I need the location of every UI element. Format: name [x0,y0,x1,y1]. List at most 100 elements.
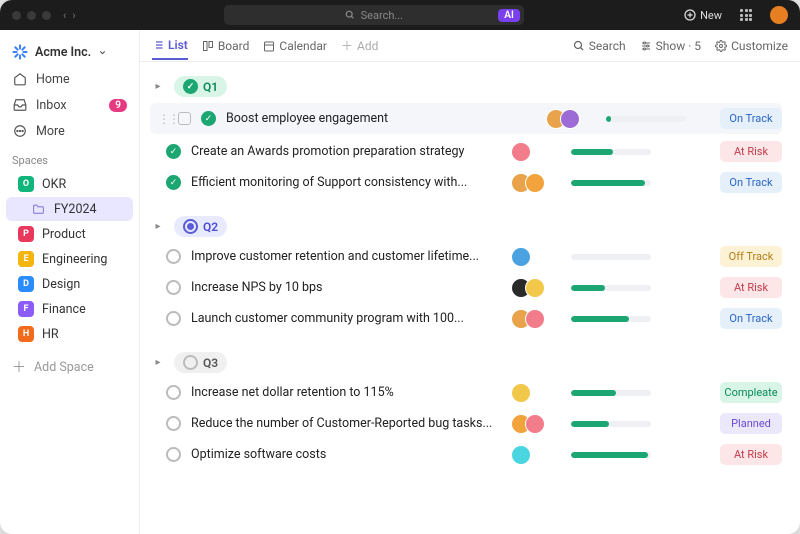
window-controls[interactable] [12,11,51,20]
assignee-avatar[interactable] [525,414,545,434]
forward-icon[interactable]: › [72,9,75,22]
toolbar-show[interactable]: Show · 5 [640,33,701,59]
status-open-icon [166,249,181,264]
view-add[interactable]: ＋Add [341,31,378,60]
nav-arrows[interactable]: ‹› [63,9,76,22]
assignee-avatar[interactable] [511,142,531,162]
main-panel: List Board Calendar ＋Add Search Show · 5… [140,30,800,534]
sidebar-space-design[interactable]: DDesign [6,272,133,296]
user-avatar[interactable] [770,6,788,24]
assignee-avatar[interactable] [560,109,580,129]
assignee-avatar[interactable] [511,247,531,267]
check-circle-icon: ✓ [201,111,216,126]
check-circle-icon: ✓ [166,175,181,190]
task-row[interactable]: Increase NPS by 10 bps At Risk [150,272,782,303]
calendar-icon [263,40,275,52]
task-row[interactable]: ⋮⋮✓Boost employee engagementOn Track [150,103,782,134]
assignee-avatar[interactable] [525,278,545,298]
sidebar-space-okr[interactable]: OOKR [6,172,133,196]
back-icon[interactable]: ‹ [63,9,66,22]
group-chip: ✓Q1 [174,76,227,97]
task-name: Create an Awards promotion preparation s… [191,144,501,159]
nav-more[interactable]: More [0,118,139,144]
progress-bar [571,180,651,186]
task-row[interactable]: Increase net dollar retention to 115%Com… [150,377,782,408]
caret-icon: ▸ [150,81,166,92]
task-name: Improve customer retention and customer … [191,249,501,264]
more-icon [12,123,28,139]
status-tag: On Track [720,308,782,329]
status-tag: On Track [720,172,782,193]
status-tag: At Risk [720,444,782,465]
task-row[interactable]: ✓ Create an Awards promotion preparation … [150,136,782,167]
checkbox[interactable] [178,112,191,125]
sidebar-space-hr[interactable]: HHR [6,322,133,346]
sidebar-space-fy2024[interactable]: FY2024 [6,197,133,221]
sidebar-space-product[interactable]: PProduct [6,222,133,246]
view-list[interactable]: List [152,32,188,60]
assignee-avatar[interactable] [511,445,531,465]
workspace-switcher[interactable]: Acme Inc. [0,38,139,66]
group-header-q1[interactable]: ▸ ✓Q1 [150,72,782,101]
view-board[interactable]: Board [202,33,250,59]
task-name: Launch customer community program with 1… [191,311,501,326]
new-button[interactable]: New [684,9,722,22]
progress-bar [571,285,651,291]
task-row[interactable]: Reduce the number of Customer-Reported b… [150,408,782,439]
assignees [511,142,555,162]
task-row[interactable]: Launch customer community program with 1… [150,303,782,334]
task-row[interactable]: Optimize software costs At Risk [150,439,782,470]
global-search[interactable]: Search... AI [224,5,524,25]
status-tag: At Risk [720,277,782,298]
task-list: ▸ ✓Q1 ⋮⋮ ✓ Boost employee engagement On Track… [140,62,800,534]
plus-circle-icon [684,9,696,21]
space-badge: P [18,226,34,242]
status-tag: Off Track [720,246,782,267]
list-icon [152,39,164,51]
space-badge: D [18,276,34,292]
group-header-q2[interactable]: ▸Q2 [150,212,782,241]
progress-bar [571,149,651,155]
assignee-avatar[interactable] [511,383,531,403]
status-tag: Compleate [720,382,782,403]
task-row[interactable]: ✓Efficient monitoring of Support consist… [150,167,782,198]
spaces-heading: Spaces [0,144,139,171]
task-name: Boost employee engagement [226,111,536,126]
space-badge: F [18,301,34,317]
task-name: Optimize software costs [191,447,501,462]
toolbar-search[interactable]: Search [573,33,626,59]
task-row[interactable]: Improve customer retention and customer … [150,241,782,272]
board-icon [202,40,214,52]
check-circle-icon: ✓ [166,144,181,159]
assignee-avatar[interactable] [525,173,545,193]
ai-badge[interactable]: AI [498,9,520,22]
sidebar-space-engineering[interactable]: EEngineering [6,247,133,271]
space-badge: H [18,326,34,342]
sidebar: Acme Inc. Home Inbox 9 More Spaces OOKRF… [0,30,140,534]
group-chip: Q2 [174,216,227,237]
assignees [511,414,555,434]
home-icon [12,71,28,87]
search-icon [573,40,585,52]
assignee-avatar[interactable] [525,309,545,329]
view-toolbar: List Board Calendar ＋Add Search Show · 5… [140,30,800,62]
task-name: Increase NPS by 10 bps [191,280,501,295]
check-circle-icon: ✓ [183,79,198,94]
status-ring-icon [183,219,198,234]
nav-inbox[interactable]: Inbox 9 [0,92,139,118]
caret-icon: ▸ [150,357,166,368]
apps-grid-icon[interactable] [740,9,752,21]
toolbar-customize[interactable]: Customize [715,33,788,59]
add-space-button[interactable]: ＋ Add Space [0,351,139,383]
sidebar-space-finance[interactable]: FFinance [6,297,133,321]
group-header-q3[interactable]: ▸Q3 [150,348,782,377]
progress-bar [571,452,651,458]
space-badge: E [18,251,34,267]
status-open-icon [166,385,181,400]
nav-home[interactable]: Home [0,66,139,92]
drag-handle-icon[interactable]: ⋮⋮ [158,112,168,126]
inbox-count-badge: 9 [109,99,127,112]
progress-bar [606,116,686,122]
view-calendar[interactable]: Calendar [263,33,327,59]
status-open-icon [183,355,198,370]
